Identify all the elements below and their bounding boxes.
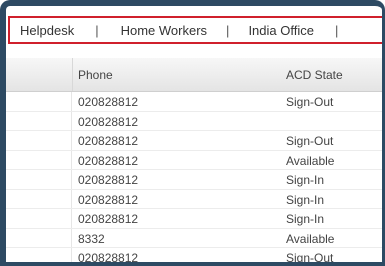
acd-state-cell: Sign-In [286, 192, 325, 207]
tab-india-office[interactable]: India Office [248, 23, 314, 38]
row-spacer-cell [6, 92, 72, 111]
column-header-acd-state[interactable]: ACD State [286, 68, 343, 82]
acd-state-cell: Sign-In [286, 173, 325, 187]
phone-cell: 020828812 [78, 153, 139, 168]
panel-frame: Helpdesk | Home Workers | India Office |… [0, 0, 385, 266]
group-tab-bar: Helpdesk | Home Workers | India Office | [8, 16, 382, 44]
table-row[interactable]: 020828812 Sign-Out [6, 92, 382, 112]
phone-cell: 020828812 [78, 134, 139, 148]
row-spacer-cell [6, 189, 72, 208]
acd-state-cell: Sign-Out [286, 95, 334, 109]
table-row[interactable]: 020828812 Sign-In [6, 170, 382, 190]
table-header: Phone ACD State [6, 58, 382, 92]
row-spacer-cell [6, 111, 72, 130]
phone-cell: 020828812 [78, 212, 139, 226]
table-row[interactable]: 020828812 Sign-Out [6, 131, 382, 151]
phone-cell: 020828812 [78, 114, 139, 129]
row-spacer-cell [6, 170, 72, 189]
tab-home-workers[interactable]: Home Workers [121, 23, 207, 38]
acd-state-cell: Available [286, 153, 335, 168]
row-spacer-cell [6, 209, 72, 228]
tab-separator: | [226, 22, 230, 38]
acd-state-cell: Sign-In [286, 212, 325, 226]
bottom-frame-band [0, 262, 385, 266]
table-row[interactable]: 020828812 [6, 111, 382, 131]
table-row[interactable]: 020828812 Sign-In [6, 209, 382, 229]
phone-cell: 020828812 [78, 192, 139, 207]
tab-separator: | [95, 22, 99, 38]
table-body: 020828812 Sign-Out 020828812 020828812 S… [6, 92, 382, 266]
acd-state-cell: Sign-Out [286, 134, 334, 148]
row-spacer-cell [6, 150, 72, 169]
row-spacer-cell [6, 131, 72, 150]
table-row[interactable]: 020828812 Available [6, 150, 382, 170]
phone-cell: 020828812 [78, 173, 139, 187]
table-row[interactable]: 8332 Available [6, 228, 382, 248]
column-divider [72, 58, 73, 91]
tab-separator: | [334, 22, 339, 38]
acd-state-cell: Available [286, 231, 335, 246]
row-spacer-cell [6, 228, 72, 247]
tab-helpdesk[interactable]: Helpdesk [20, 23, 74, 38]
column-header-phone[interactable]: Phone [78, 68, 113, 82]
table-row[interactable]: 020828812 Sign-In [6, 189, 382, 209]
phone-cell: 020828812 [78, 95, 139, 109]
phone-cell: 8332 [78, 231, 105, 246]
